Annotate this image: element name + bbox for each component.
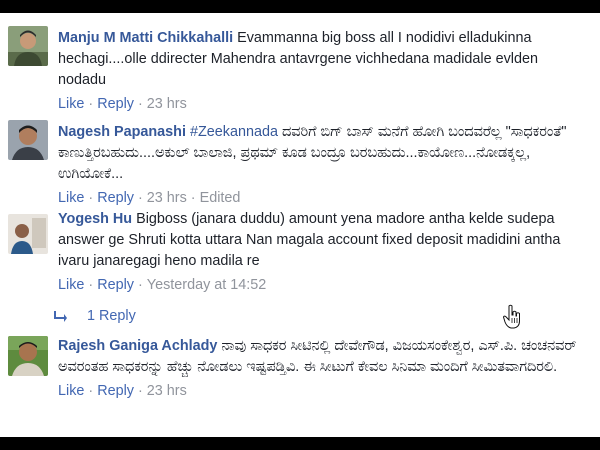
hand-cursor-icon xyxy=(502,304,523,330)
comments-panel: Manju M Matti Chikkahalli Evammanna big … xyxy=(0,13,600,437)
comment-message: Bigboss (janara duddu) amount yena mador… xyxy=(58,211,561,269)
reply-button[interactable]: Reply xyxy=(97,277,134,293)
separator: · xyxy=(138,190,143,206)
comment-author[interactable]: Nagesh Papanashi xyxy=(58,124,186,140)
comment-author[interactable]: Manju M Matti Chikkahalli xyxy=(58,30,233,46)
hashtag-link[interactable]: #Zeekannada xyxy=(190,124,278,140)
comment-text: Rajesh Ganiga Achlady ನಾವು ಸಾಧಕರ ಸೀಟಿನಲ್… xyxy=(58,336,584,378)
avatar[interactable] xyxy=(8,120,48,160)
timestamp[interactable]: 23 hrs xyxy=(147,383,187,399)
timestamp[interactable]: 23 hrs xyxy=(147,190,187,206)
reply-count[interactable]: 1 Reply xyxy=(87,306,136,327)
separator: · xyxy=(88,277,94,293)
timestamp[interactable]: Yesterday at 14:52 xyxy=(147,277,266,293)
reply-button[interactable]: Reply xyxy=(97,190,134,206)
like-button[interactable]: Like xyxy=(58,383,84,399)
separator: · xyxy=(88,96,94,112)
comment-text: Nagesh Papanashi #Zeekannada ದವರಿಗೆ ಬಿಗ್… xyxy=(58,122,584,185)
separator: · xyxy=(190,190,196,206)
reply-button[interactable]: Reply xyxy=(97,96,134,112)
comment-actions: Like · Reply · 23 hrs xyxy=(58,381,584,402)
timestamp[interactable]: 23 hrs xyxy=(147,96,187,112)
separator: · xyxy=(138,277,143,293)
comment-author[interactable]: Rajesh Ganiga Achlady xyxy=(58,338,217,354)
comment-actions: Like · Reply · Yesterday at 14:52 xyxy=(58,275,584,296)
comment-actions: Like · Reply · 23 hrs xyxy=(58,94,584,115)
avatar[interactable] xyxy=(8,214,48,254)
comment-text: Manju M Matti Chikkahalli Evammanna big … xyxy=(58,28,584,91)
reply-button[interactable]: Reply xyxy=(97,383,134,399)
like-button[interactable]: Like xyxy=(58,190,84,206)
reply-arrow-icon xyxy=(54,309,68,323)
comment-text: Yogesh Hu Bigboss (janara duddu) amount … xyxy=(58,209,584,272)
avatar[interactable] xyxy=(8,26,48,66)
like-button[interactable]: Like xyxy=(58,96,84,112)
separator: · xyxy=(88,383,94,399)
separator: · xyxy=(138,383,143,399)
comment-actions: Like · Reply · 23 hrs · Edited xyxy=(58,188,584,209)
comment-author[interactable]: Yogesh Hu xyxy=(58,211,132,227)
like-button[interactable]: Like xyxy=(58,277,84,293)
separator: · xyxy=(88,190,94,206)
separator: · xyxy=(138,96,143,112)
avatar[interactable] xyxy=(8,336,48,376)
edited-label[interactable]: Edited xyxy=(200,190,241,206)
